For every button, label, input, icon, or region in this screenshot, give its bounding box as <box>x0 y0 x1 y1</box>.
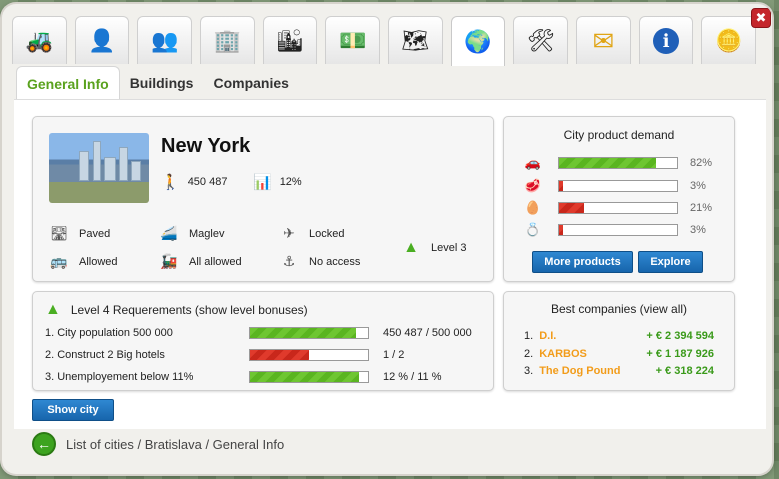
unemployment-stat: 📊 12% <box>253 173 302 191</box>
map-icon[interactable]: 🗺 <box>388 16 443 64</box>
arrow-up-icon: ▲ <box>45 301 61 318</box>
company-row[interactable]: 3. The Dog Pound <box>524 365 620 377</box>
road-feature: 🛣 Paved <box>50 225 111 241</box>
demand-bar <box>558 202 678 214</box>
port-feature: ⚓ No access <box>279 253 361 270</box>
demand-fill <box>559 203 584 213</box>
chart-icon: 📊 <box>253 174 272 191</box>
best-companies-panel: Best companies (view all) 1. D.I. + € 2 3… <box>503 291 735 391</box>
demand-bar <box>558 157 678 169</box>
population-icon: 🚶 <box>161 174 180 191</box>
globe-icon[interactable]: 🌍 <box>450 16 506 66</box>
companies-title[interactable]: Best companies (view all) <box>504 302 734 316</box>
city-info-panel: New York 🚶 450 487 📊 12% 🛣 Paved 🚄 Maglev … <box>32 116 494 282</box>
tab-buildings[interactable]: Buildings <box>120 66 204 100</box>
manager-icon[interactable]: 👤 <box>74 16 130 64</box>
requirements-header: ▲ Level 4 Requerements (show level bonus… <box>45 301 308 319</box>
requirement-bar <box>249 371 369 383</box>
demand-bar <box>558 180 678 192</box>
demand-row: 🥚 21% <box>522 200 718 216</box>
demand-pct: 3% <box>690 224 706 236</box>
back-arrow-icon[interactable]: ← <box>32 432 56 456</box>
demand-bar <box>558 224 678 236</box>
requirements-title[interactable]: Level 4 Requerements (show level bonuses… <box>71 303 308 317</box>
company-value: + € 1 187 926 <box>646 348 714 360</box>
company-row[interactable]: 2. KARBOS <box>524 348 587 360</box>
anchor-icon: ⚓ <box>282 253 296 269</box>
more-products-button[interactable]: More products <box>532 251 633 273</box>
requirement-fill <box>250 328 357 338</box>
requirement-row: 2. Construct 2 Big hotels 1 / 2 <box>45 349 405 361</box>
breadcrumb: ← List of cities / Bratislava / General … <box>32 432 284 456</box>
demand-pct: 21% <box>690 202 713 214</box>
people-icon[interactable]: 👥 <box>137 16 193 64</box>
mail-icon[interactable]: ✉ <box>576 16 631 64</box>
requirements-panel: ▲ Level 4 Requerements (show level bonus… <box>32 291 494 391</box>
demand-fill <box>559 158 656 168</box>
egg-icon: 🥚 <box>524 200 542 215</box>
requirement-bar <box>249 349 369 361</box>
breadcrumb-text[interactable]: List of cities / Bratislava / General In… <box>66 437 284 452</box>
bulldozer-icon[interactable]: 🚜 <box>12 16 67 64</box>
sub-tabs: General Info Buildings Companies <box>16 66 299 101</box>
road-icon: 🛣 <box>50 225 68 241</box>
tools-icon[interactable]: 🛠 <box>513 16 569 64</box>
train-icon: 🚂 <box>160 253 178 269</box>
train-feature: 🚂 All allowed <box>160 253 242 269</box>
requirement-fill <box>250 350 309 360</box>
demand-pct: 3% <box>690 180 706 192</box>
unemployment-value: 12% <box>279 176 302 188</box>
money-icon[interactable]: 💵 <box>325 16 381 64</box>
demand-fill <box>559 225 563 235</box>
info-icon[interactable]: ℹ <box>638 16 694 64</box>
bus-icon: 🚌 <box>50 253 68 269</box>
meat-icon: 🥩 <box>524 178 542 193</box>
bus-feature: 🚌 Allowed <box>50 253 118 269</box>
airport-feature: ✈ Locked <box>279 225 344 242</box>
requirement-row: 1. City population 500 000 450 487 / 500… <box>45 327 472 339</box>
maglev-feature: 🚄 Maglev <box>160 225 225 241</box>
city-info-window: ✖ 🚜 👤 👥 🏢 🏙 💵 🗺 🌍 🛠 ✉ ℹ 🪙 General Info B… <box>2 4 772 474</box>
car-icon: 🚗 <box>524 155 542 170</box>
maglev-icon: 🚄 <box>160 225 178 241</box>
company-value: + € 2 394 594 <box>646 330 714 342</box>
city-name: New York <box>161 135 251 157</box>
demand-fill <box>559 181 563 191</box>
demand-pct: 82% <box>690 157 713 169</box>
city-icon[interactable]: 🏙 <box>262 16 318 64</box>
close-button[interactable]: ✖ <box>751 8 771 28</box>
requirement-bar <box>249 327 369 339</box>
demand-row: 💍 3% <box>522 222 718 238</box>
content-area: New York 🚶 450 487 📊 12% 🛣 Paved 🚄 Maglev … <box>14 99 766 429</box>
company-value: + € 318 224 <box>655 365 714 377</box>
explore-button[interactable]: Explore <box>638 251 703 273</box>
arrow-up-icon: ▲ <box>403 239 419 256</box>
show-city-button[interactable]: Show city <box>32 399 114 421</box>
ring-icon: 💍 <box>524 222 542 237</box>
plane-icon: ✈ <box>283 225 295 241</box>
demand-row: 🥩 3% <box>522 178 718 194</box>
population-value: 450 487 <box>187 176 228 188</box>
population-stat: 🚶 450 487 <box>161 173 227 191</box>
demand-row: 🚗 82% <box>522 155 718 171</box>
main-toolbar: 🚜 👤 👥 🏢 🏙 💵 🗺 🌍 🛠 ✉ ℹ 🪙 <box>12 16 764 66</box>
product-demand-panel: City product demand 🚗 82% 🥩 3% 🥚 21% 💍 3… <box>503 116 735 282</box>
level-indicator: ▲ Level 3 <box>401 239 466 257</box>
city-photo <box>49 133 149 203</box>
demand-title: City product demand <box>563 128 675 142</box>
building-icon[interactable]: 🏢 <box>200 16 255 64</box>
requirement-fill <box>250 372 359 382</box>
tab-companies[interactable]: Companies <box>203 66 298 100</box>
coin-icon[interactable]: 🪙 <box>701 16 757 64</box>
requirement-row: 3. Unemployement below 11% 12 % / 11 % <box>45 371 442 383</box>
tab-general-info[interactable]: General Info <box>16 66 120 101</box>
company-row[interactable]: 1. D.I. <box>524 330 556 342</box>
